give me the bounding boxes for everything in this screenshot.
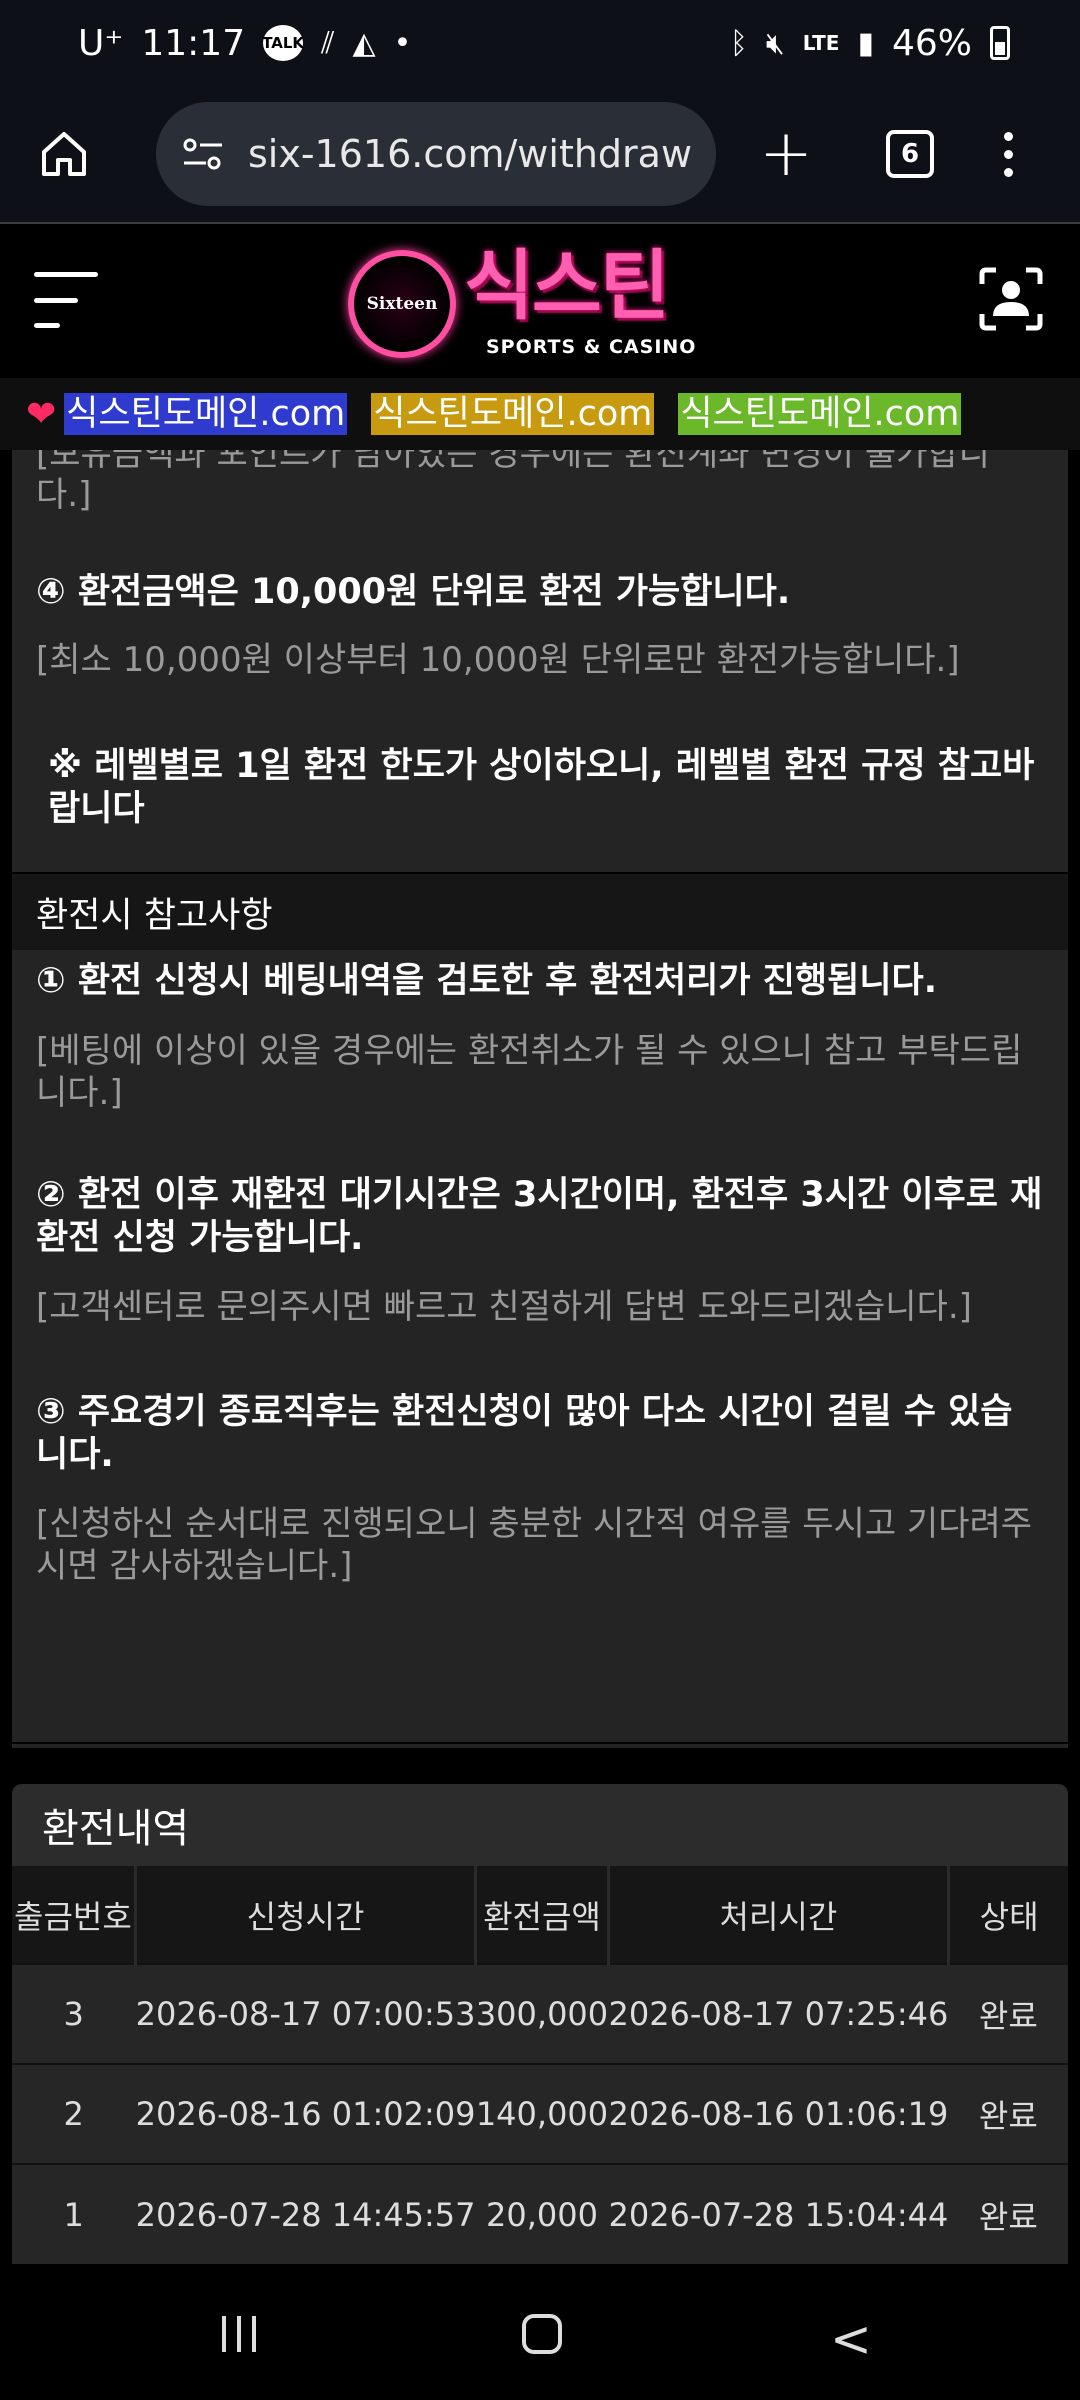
amount: 300,000 [475, 1963, 609, 2064]
column-header: 상태 [947, 1866, 1068, 1964]
lte-label: LTE [802, 31, 840, 55]
request-time: 2026-08-16 01:02:09 [135, 2063, 476, 2164]
column-header: 출금번호 [12, 1866, 136, 1964]
user-profile-icon[interactable] [978, 266, 1044, 332]
column-header: 신청시간 [133, 1866, 476, 1964]
request-time: 2026-08-17 07:00:53 [135, 1963, 476, 2064]
carrier-label: U⁺ [78, 22, 124, 64]
amount: 140,000 [475, 2063, 609, 2164]
domain-link[interactable]: 식스틴도메인.com [64, 393, 348, 435]
table-row: 1 2026-07-28 14:45:57 20,000 2026-07-28 … [12, 2163, 1068, 2264]
divider [12, 1742, 1068, 1744]
more-menu-icon[interactable] [1004, 131, 1013, 177]
system-nav-bar: < [0, 2264, 1080, 2400]
withdraw-number: 1 [12, 2163, 136, 2264]
logo-text: 식스틴 [464, 241, 670, 330]
kakaotalk-icon: TALK [262, 25, 304, 61]
battery-percent: 46% [891, 22, 972, 64]
reference-note: [고객센터로 문의주시면 빠르고 친절하게 답변 도와드리겠습니다.] [36, 1287, 972, 1328]
site-settings-icon[interactable] [178, 129, 228, 179]
tab-switcher-button[interactable]: 6 [886, 130, 934, 178]
address-bar[interactable]: six-1616.com/withdraw [156, 102, 716, 206]
bluetooth-icon: ᛒ [729, 25, 748, 61]
withdraw-number: 3 [12, 1963, 136, 2064]
table-header-row: 출금번호 신청시간 환전금액 처리시간 상태 [12, 1866, 1068, 1964]
rule-note: [최소 10,000원 이상부터 10,000원 단위로만 환전가능합니다.] [36, 639, 960, 680]
column-header: 처리시간 [606, 1866, 949, 1964]
withdraw-history: 환전내역 출금번호 신청시간 환전금액 처리시간 상태 3 2026-08-17… [12, 1784, 1068, 2264]
domain-link[interactable]: 식스틴도메인.com [371, 393, 655, 435]
processed-time: 2026-08-17 07:25:46 [608, 1963, 949, 2064]
processed-time: 2026-08-16 01:06:19 [608, 2063, 949, 2164]
reference-note: [신청하신 순서대로 진행되오니 충분한 시간적 여유를 두시고 기다려주시면 … [36, 1504, 1033, 1586]
mute-icon: 🔇︎ [765, 25, 785, 61]
dot-icon: • [393, 25, 412, 61]
reference-title: ① 환전 신청시 베팅내역을 검토한 후 환전처리가 진행됩니다. [36, 961, 938, 1002]
rule-note: [보유금액과 포인트가 남아있는 경우에는 환전계좌 변경이 불가합니다.] [36, 450, 990, 516]
domain-link[interactable]: 식스틴도메인.com [678, 393, 962, 435]
table-row: 2 2026-08-16 01:02:09 140,000 2026-08-16… [12, 2063, 1068, 2164]
history-table: 출금번호 신청시간 환전금액 처리시간 상태 3 2026-08-17 07:0… [12, 1866, 1068, 2264]
reference-heading: 환전시 참고사항 [12, 872, 1068, 951]
browser-toolbar: six-1616.com/withdraw + 6 [0, 86, 1080, 222]
new-tab-icon[interactable]: + [756, 122, 816, 186]
recent-apps-icon[interactable] [222, 2316, 256, 2352]
site-logo[interactable]: Sixteen 식스틴 SPORTS & CASINO [348, 244, 728, 364]
signal-slash-icon: ⫽ [321, 25, 335, 61]
back-icon[interactable]: < [830, 2310, 872, 2368]
history-title: 환전내역 [12, 1784, 1068, 1866]
processed-time: 2026-07-28 15:04:44 [608, 2163, 949, 2264]
site-header: Sixteen 식스틴 SPORTS & CASINO [0, 222, 1080, 378]
reference-title: ③ 주요경기 종료직후는 환전신청이 많아 다소 시간이 걸릴 수 있습니다. [36, 1391, 1013, 1475]
column-header: 환전금액 [474, 1866, 609, 1964]
battery-icon [990, 26, 1010, 60]
amount: 20,000 [475, 2163, 609, 2264]
home-button-icon[interactable] [522, 2314, 562, 2354]
signal-icon: ▮ [857, 25, 874, 61]
status: 완료 [948, 1963, 1068, 2064]
domain-banner: ❤ 식스틴도메인.com 식스틴도메인.com 식스틴도메인.com [0, 378, 1080, 450]
table-row: 3 2026-08-17 07:00:53 300,000 2026-08-17… [12, 1963, 1068, 2064]
url-text: six-1616.com/withdraw [248, 132, 693, 176]
status-bar: U⁺ 11:17 TALK ⫽ ◭ • ᛒ 🔇︎ LTE ▮ 46% [0, 0, 1080, 86]
rule-title: ④ 환전금액은 10,000원 단위로 환전 가능합니다. [36, 571, 791, 612]
status: 완료 [948, 2063, 1068, 2164]
reference-note: [베팅에 이상이 있을 경우에는 환전취소가 될 수 있으니 참고 부탁드립니다… [36, 1031, 1023, 1113]
heart-icon: ❤ [26, 393, 57, 435]
logo-badge: Sixteen [348, 250, 456, 358]
withdraw-number: 2 [12, 2063, 136, 2164]
clock: 11:17 [141, 22, 246, 64]
withdraw-rules-panel: [보유금액과 포인트가 남아있는 경우에는 환전계좌 변경이 불가합니다.] ④… [12, 450, 1068, 1748]
m-app-icon: ◭ [352, 25, 376, 61]
home-icon[interactable] [34, 124, 94, 184]
hamburger-menu-icon[interactable] [34, 272, 98, 328]
level-notice: ※ 레벨별로 1일 환전 한도가 상이하오니, 레벨별 환전 규정 참고바랍니다 [48, 746, 1035, 829]
logo-subtitle: SPORTS & CASINO [486, 336, 697, 358]
status: 완료 [948, 2163, 1068, 2264]
request-time: 2026-07-28 14:45:57 [135, 2163, 476, 2264]
reference-title: ② 환전 이후 재환전 대기시간은 3시간이며, 환전후 3시간 이후로 재환전… [36, 1175, 1043, 1258]
